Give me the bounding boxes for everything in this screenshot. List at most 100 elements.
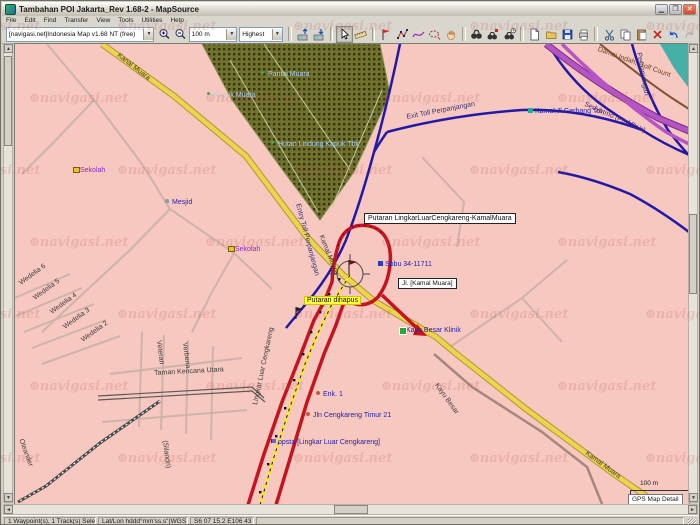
map-poi-label[interactable]: Jln Cengkareng Timur 21 (313, 412, 391, 419)
waypoint-callout[interactable]: Putaran LingkarLuarCengkareng-KamalMuara (364, 213, 516, 224)
menu-tools[interactable]: Tools (114, 17, 137, 24)
app-icon (5, 4, 16, 15)
scroll-thumb[interactable] (689, 214, 697, 294)
send-to-device-button[interactable] (295, 26, 311, 43)
ruler-icon (354, 28, 367, 41)
hand-icon (445, 28, 458, 41)
menu-help[interactable]: Help (166, 17, 187, 24)
binoculars-icon (470, 28, 483, 41)
map-poi-label[interactable]: Mesjid (172, 199, 192, 206)
map-poi-label[interactable]: Spbu 34-11711 (385, 261, 432, 268)
map-poi-label[interactable]: Sekolah (235, 246, 260, 253)
open-button[interactable] (543, 26, 559, 43)
redo-icon (683, 28, 696, 41)
dotr-icon (306, 412, 310, 416)
product-select-value: [navigasi.net]Indonesia Map v1.68 NT (fr… (7, 31, 143, 38)
maximize-button[interactable]: ❐ (669, 4, 682, 15)
horizontal-scrollbar[interactable]: ◄ ► (3, 504, 698, 515)
zoom-scale-select[interactable]: 100 m▼ (189, 27, 238, 42)
minimize-button[interactable]: ▁ (655, 4, 668, 15)
dotr-icon (316, 391, 320, 395)
route-tool-button[interactable] (395, 26, 411, 43)
scroll-down-button[interactable]: ▼ (4, 493, 13, 502)
find-places-button[interactable] (469, 26, 485, 43)
undo-icon (667, 28, 680, 41)
paste-button[interactable] (633, 26, 649, 43)
scroll-down-button[interactable]: ▼ (689, 493, 698, 502)
find-nearest-button[interactable] (485, 26, 501, 43)
lasso-icon (428, 28, 441, 41)
close-button[interactable]: ✕ (683, 4, 696, 15)
map-poi-label[interactable]: Kapuk Muara (214, 92, 256, 99)
detail-level-select[interactable]: Highest▼ (239, 27, 283, 42)
recent-finds-button[interactable] (501, 26, 517, 43)
menu-file[interactable]: File (2, 17, 20, 24)
chevron-down-icon[interactable]: ▼ (272, 29, 282, 40)
scroll-left-button[interactable]: ◄ (4, 505, 13, 514)
scroll-up-button[interactable]: ▲ (689, 44, 698, 53)
menu-utilities[interactable]: Utilities (137, 17, 166, 24)
menu-find[interactable]: Find (40, 17, 61, 24)
copy-icon (619, 28, 632, 41)
vertical-scrollbar-right[interactable]: ▲ ▼ (688, 43, 698, 503)
track-tool-button[interactable] (411, 26, 427, 43)
save-button[interactable] (559, 26, 575, 43)
measure-tool-button[interactable] (353, 26, 369, 43)
lasso-tool-button[interactable] (427, 26, 443, 43)
selection-tool-button[interactable] (336, 26, 352, 43)
binoculars-clock-icon (503, 28, 516, 41)
school-icon (228, 246, 235, 252)
zoom-out-button[interactable] (173, 26, 189, 43)
map-poi-label[interactable]: Sekolah (80, 167, 105, 174)
cut-button[interactable] (601, 26, 617, 43)
zoom-in-button[interactable] (156, 26, 172, 43)
delete-button[interactable] (650, 26, 666, 43)
track-icon (412, 28, 425, 41)
scroll-thumb[interactable] (334, 505, 368, 514)
new-file-icon (528, 28, 541, 41)
menu-edit[interactable]: Edit (20, 17, 39, 24)
fuel-icon (378, 261, 383, 266)
resize-grip[interactable] (688, 518, 696, 525)
mosque-icon (165, 199, 169, 203)
product-select[interactable]: [navigasi.net]Indonesia Map v1.68 NT (fr… (6, 27, 154, 42)
selected-waypoint-label[interactable]: Putaran dihapus (304, 296, 361, 305)
map-poi-label[interactable]: Kayu Besar Klinik (406, 327, 461, 334)
chevron-down-icon[interactable]: ▼ (143, 29, 153, 40)
menu-bar: FileEditFindTransferViewToolsUtilitiesHe… (2, 16, 698, 25)
dotg-icon (207, 92, 210, 95)
label-text: Enk. 1 (323, 391, 343, 398)
print-button[interactable] (575, 26, 591, 43)
chevron-down-icon[interactable]: ▼ (226, 29, 236, 40)
scroll-right-button[interactable]: ► (688, 505, 697, 514)
toolbar-separator (372, 27, 376, 41)
receive-from-device-button[interactable] (311, 26, 327, 43)
vertical-scrollbar-left[interactable]: ▲ ▼ (3, 43, 13, 503)
cut-icon (603, 28, 616, 41)
label-text: Jln Cengkareng Timur 21 (313, 412, 391, 419)
scroll-up-button[interactable]: ▲ (4, 44, 13, 53)
scroll-thumb[interactable] (4, 56, 12, 146)
title-bar[interactable]: Tambahan POI Jakarta_Rev 1.68-2 - MapSou… (2, 2, 698, 17)
new-button[interactable] (527, 26, 543, 43)
label-text: Pantai Muara (268, 71, 310, 78)
map-poi-label[interactable]: Pantai Muara (268, 71, 310, 78)
map-poi-label[interactable]: Hutan Lindung Kapuk Tbk (278, 141, 359, 148)
map-poi-label[interactable]: opsta [Lingkar Luar Cengkareng] (278, 439, 380, 446)
waypoint-tool-button[interactable] (378, 26, 394, 43)
menu-transfer[interactable]: Transfer (60, 17, 92, 24)
redo-button[interactable] (682, 26, 698, 43)
binoculars-flag-icon (486, 28, 499, 41)
pan-tool-button[interactable] (443, 26, 459, 43)
label-text: Hutan Lindung Kapuk Tbk (278, 141, 359, 148)
zoom-out-icon (174, 28, 187, 41)
map-viewport[interactable]: Kanal MuaraKamal MuaraKamal MuaraExit To… (14, 43, 690, 505)
undo-button[interactable] (666, 26, 682, 43)
copy-button[interactable] (617, 26, 633, 43)
map-poi-label[interactable]: Kamal,Jl.Gerbang Tol (535, 108, 602, 115)
menu-view[interactable]: View (92, 17, 114, 24)
selected-road-label[interactable]: Jl. [Kamal Muara] (398, 278, 457, 289)
map-poi-label[interactable]: Enk. 1 (323, 391, 343, 398)
status-position-format: Lat/Lon hddd°mm'ss.s"(WGS 84) (98, 517, 188, 525)
toolbar: [navigasi.net]Indonesia Map v1.68 NT (fr… (2, 25, 698, 44)
